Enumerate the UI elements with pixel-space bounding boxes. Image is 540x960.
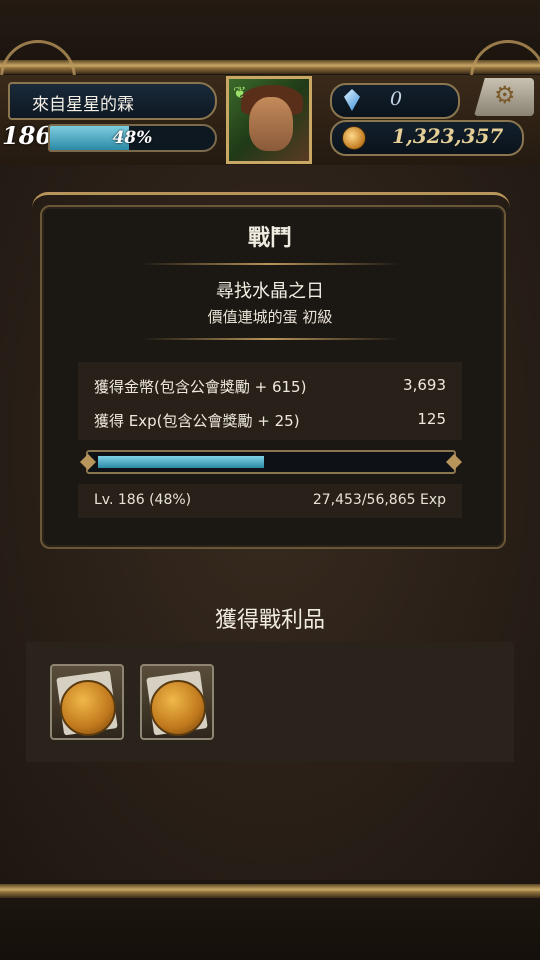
reward-gold-row: 獲得金幣(包含公會獎勵 + 615) 3,693 [94, 376, 446, 397]
quest-subtitle: 價值連城的蛋 初級 [207, 308, 333, 326]
battle-exp-bar [80, 450, 462, 474]
exp-progress-text: 27,453/56,865 Exp [312, 492, 446, 508]
gem-counter[interactable]: 0 [330, 83, 460, 119]
avatar-face [249, 97, 293, 151]
player-level: 186 [2, 121, 53, 150]
battle-exp-fill [98, 456, 264, 468]
gold-amount: 1,323,357 [392, 124, 504, 148]
loot-title: 獲得戰利品 [214, 608, 325, 633]
title-divider [140, 263, 400, 265]
quest-name: 尋找水晶之日 [216, 281, 324, 302]
crystal-icon [344, 89, 360, 111]
reward-exp-row: 獲得 Exp(包含公會獎勵 + 25) 125 [94, 410, 446, 431]
panel-ornament [32, 192, 510, 217]
gem-count: 0 [390, 88, 403, 110]
reward-gold-label: 獲得金幣(包含公會獎勵 + 615) [94, 378, 307, 396]
player-avatar[interactable]: ❦ [226, 76, 312, 164]
gold-coin-card-icon [150, 680, 206, 736]
battle-title: 戰鬥 [247, 226, 292, 251]
leaf-icon: ❦ [233, 83, 247, 102]
bottom-frame-strip [0, 884, 540, 898]
player-name: 來自星星的霖 [32, 95, 134, 115]
reward-gold-value: 3,693 [403, 376, 446, 394]
gold-coin-icon [342, 126, 366, 150]
player-xp-bar: 48% [48, 124, 217, 152]
loot-item-1[interactable] [50, 664, 124, 740]
loot-item-2[interactable] [140, 664, 214, 740]
reward-exp-value: 125 [417, 410, 446, 428]
reward-exp-label: 獲得 Exp(包含公會獎勵 + 25) [94, 412, 300, 430]
player-xp-text: 48% [112, 128, 153, 148]
level-text: Lv. 186 (48%) [94, 492, 192, 508]
gold-coin-card-icon [60, 680, 116, 736]
quest-divider [140, 338, 400, 340]
gold-counter[interactable]: 1,323,357 [330, 120, 524, 156]
gears-icon: ⚙ [494, 81, 516, 109]
top-frame-strip [0, 60, 540, 74]
player-name-plate[interactable]: 來自星星的霖 [8, 82, 217, 120]
